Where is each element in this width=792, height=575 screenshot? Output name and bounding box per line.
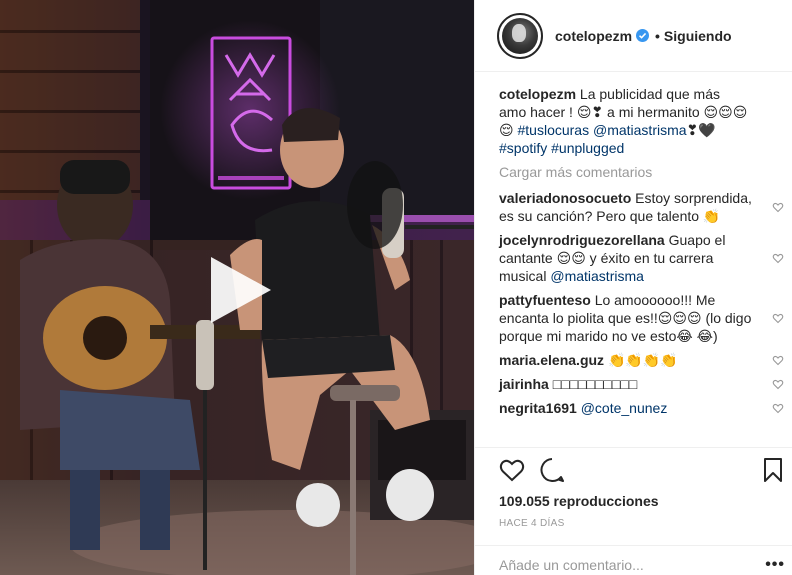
small-heart-icon[interactable] xyxy=(772,252,784,264)
play-icon[interactable] xyxy=(205,255,275,325)
small-heart-icon[interactable] xyxy=(772,378,784,390)
instagram-post: cotelopezm • Siguiendo cotelopezm La pub… xyxy=(0,0,792,575)
avatar-image xyxy=(502,17,538,54)
hashtag-unplugged[interactable]: #unplugged xyxy=(551,140,624,156)
comment-username[interactable]: jocelynrodriguezorellana xyxy=(499,232,665,248)
comment-mention[interactable]: @cote_nunez xyxy=(581,400,668,416)
post-date: HACE 4 DÍAS xyxy=(499,518,565,529)
comment-text: 👏👏👏👏 xyxy=(607,352,678,368)
post-caption: cotelopezm La publicidad que más amo hac… xyxy=(499,85,749,157)
comment-mention[interactable]: @matiastrisma xyxy=(550,268,644,284)
caption-username[interactable]: cotelopezm xyxy=(499,86,576,102)
post-header: cotelopezm • Siguiendo xyxy=(475,0,792,72)
comment-username[interactable]: pattyfuenteso xyxy=(499,292,591,308)
more-options-button[interactable]: ••• xyxy=(765,556,785,574)
list-item: pattyfuenteso Lo amoooooo!!! Me encanta … xyxy=(499,291,784,345)
load-more-comments-button[interactable]: Cargar más comentarios xyxy=(499,164,781,180)
caption-emoji: ❣🖤 xyxy=(686,122,716,138)
comment-text: □□□□□□□□□□ xyxy=(552,376,638,392)
comment-username[interactable]: jairinha xyxy=(499,376,549,392)
comment-username[interactable]: valeriadonosocueto xyxy=(499,190,631,206)
comment-username[interactable]: negrita1691 xyxy=(499,400,577,416)
small-heart-icon[interactable] xyxy=(772,354,784,366)
small-heart-icon[interactable] xyxy=(772,201,784,213)
following-button[interactable]: Siguiendo xyxy=(664,28,732,44)
comments-list[interactable]: cotelopezm La publicidad que más amo hac… xyxy=(475,73,792,447)
list-item: jocelynrodriguezorellana Guapo el cantan… xyxy=(499,231,784,285)
avatar[interactable] xyxy=(497,12,543,59)
hashtag-spotify[interactable]: #spotify xyxy=(499,140,547,156)
list-item: negrita1691 @cote_nunez xyxy=(499,399,784,417)
hashtag-tuslocuras[interactable]: #tuslocuras xyxy=(518,122,590,138)
post-actions: 109.055 reproducciones HACE 4 DÍAS xyxy=(475,447,792,529)
action-icons xyxy=(499,448,792,492)
comment-input[interactable] xyxy=(499,556,749,573)
video-player[interactable] xyxy=(0,0,474,575)
add-comment-bar: ••• xyxy=(475,545,792,575)
list-item: maria.elena.guz 👏👏👏👏 xyxy=(499,351,784,369)
heart-outline-icon[interactable] xyxy=(499,458,525,482)
list-item: jairinha □□□□□□□□□□ xyxy=(499,375,784,393)
verified-badge-icon xyxy=(636,29,650,42)
post-sidebar: cotelopezm • Siguiendo cotelopezm La pub… xyxy=(474,0,792,575)
comment-username[interactable]: maria.elena.guz xyxy=(499,352,604,368)
small-heart-icon[interactable] xyxy=(772,402,784,414)
header-separator: • xyxy=(655,27,660,44)
bookmark-icon[interactable] xyxy=(763,457,783,483)
header-username[interactable]: cotelopezm xyxy=(555,28,632,44)
comment-bubble-icon[interactable] xyxy=(539,457,565,483)
mention-matiastrisma[interactable]: @matiastrisma xyxy=(593,122,687,138)
small-heart-icon[interactable] xyxy=(772,312,784,324)
view-count[interactable]: 109.055 reproducciones xyxy=(499,493,792,509)
list-item: valeriadonosocueto Estoy sorprendida, es… xyxy=(499,189,784,225)
